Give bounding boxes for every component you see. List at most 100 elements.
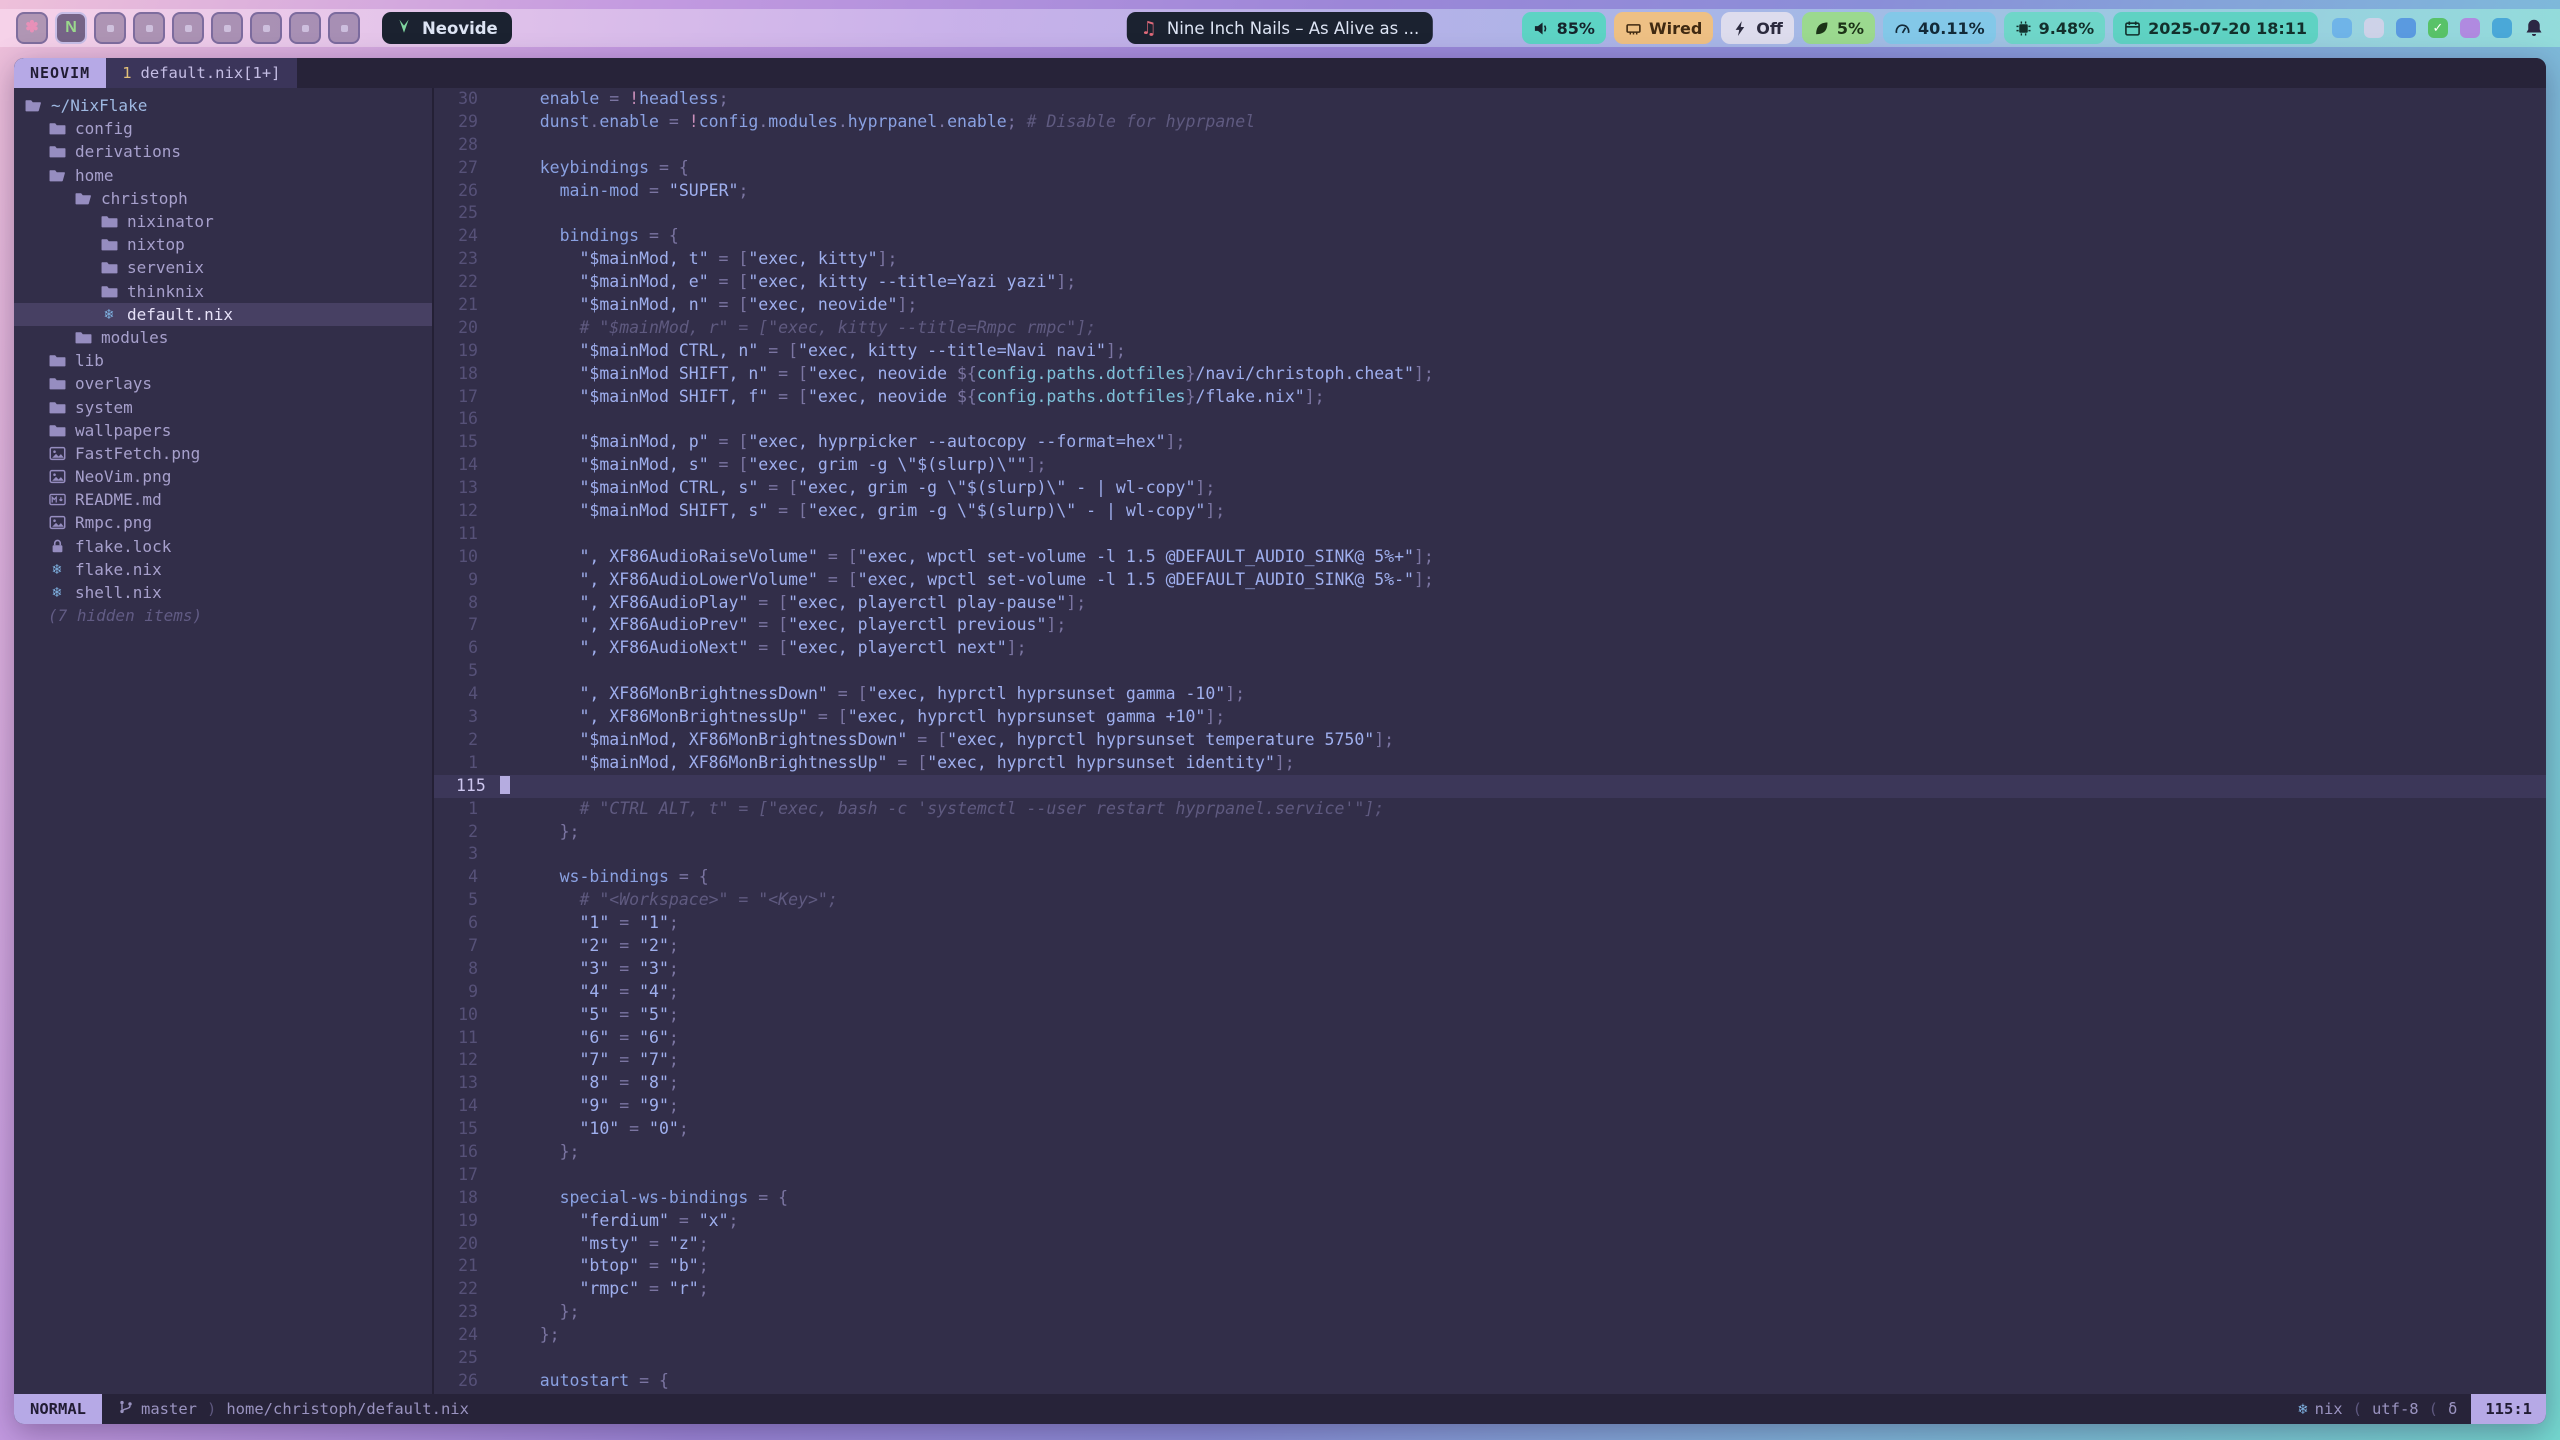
code-line[interactable]: 3 ", XF86MonBrightnessUp" = ["exec, hypr… xyxy=(434,706,2546,729)
module-volume[interactable]: 85% xyxy=(1522,12,1606,44)
code-line[interactable]: 10 ", XF86AudioRaiseVolume" = ["exec, wp… xyxy=(434,546,2546,569)
code-line[interactable]: 21 "btop" = "b"; xyxy=(434,1255,2546,1278)
code-line[interactable]: 23 }; xyxy=(434,1301,2546,1324)
module-cpu[interactable]: 40.11% xyxy=(1883,12,1996,44)
workspace-3[interactable] xyxy=(94,12,126,44)
tab-default-nix[interactable]: 1 default.nix[1+] xyxy=(106,58,296,88)
tree-item-config[interactable]: config xyxy=(14,117,432,140)
tree-item-wallpapers[interactable]: wallpapers xyxy=(14,419,432,442)
tree-item-derivations[interactable]: derivations xyxy=(14,140,432,163)
code-line[interactable]: 13 "$mainMod CTRL, s" = ["exec, grim -g … xyxy=(434,477,2546,500)
tree-item-shell.nix[interactable]: ❄shell.nix xyxy=(14,581,432,604)
code-line[interactable]: 12 "$mainMod SHIFT, s" = ["exec, grim -g… xyxy=(434,500,2546,523)
tray-app-3-icon[interactable] xyxy=(2396,18,2416,38)
code-line[interactable]: 18 "$mainMod SHIFT, n" = ["exec, neovide… xyxy=(434,363,2546,386)
code-line[interactable]: 115 xyxy=(434,775,2546,798)
tree-item-modules[interactable]: modules xyxy=(14,326,432,349)
tray-app-6-icon[interactable] xyxy=(2492,18,2512,38)
tree-item-README.md[interactable]: README.md xyxy=(14,488,432,511)
code-line[interactable]: 6 "1" = "1"; xyxy=(434,912,2546,935)
tray-app-2-icon[interactable] xyxy=(2364,18,2384,38)
code-line[interactable]: 1 # "CTRL ALT, t" = ["exec, bash -c 'sys… xyxy=(434,798,2546,821)
tray-app-5-icon[interactable] xyxy=(2460,18,2480,38)
tree-item-nixtop[interactable]: nixtop xyxy=(14,233,432,256)
code-line[interactable]: 28 xyxy=(434,134,2546,157)
tree-item-default.nix[interactable]: ❄default.nix xyxy=(14,303,432,326)
code-line[interactable]: 30 enable = !headless; xyxy=(434,88,2546,111)
code-line[interactable]: 27 keybindings = { xyxy=(434,157,2546,180)
code-line[interactable]: 1 "$mainMod, XF86MonBrightnessUp" = ["ex… xyxy=(434,752,2546,775)
git-branch[interactable]: master xyxy=(118,1399,197,1419)
tray-app-1-icon[interactable] xyxy=(2332,18,2352,38)
workspace-5[interactable] xyxy=(172,12,204,44)
module-clock[interactable]: 2025-07-20 18:11 xyxy=(2113,12,2318,44)
code-line[interactable]: 15 "$mainMod, p" = ["exec, hyprpicker --… xyxy=(434,431,2546,454)
code-editor[interactable]: 30 enable = !headless;29 dunst.enable = … xyxy=(434,88,2546,1394)
module-power-profile[interactable]: Off xyxy=(1721,12,1794,44)
code-line[interactable]: 8 ", XF86AudioPlay" = ["exec, playerctl … xyxy=(434,592,2546,615)
tree-root[interactable]: ~/NixFlake xyxy=(14,94,432,117)
code-line[interactable]: 23 "$mainMod, t" = ["exec, kitty"]; xyxy=(434,248,2546,271)
code-line[interactable]: 17 "$mainMod SHIFT, f" = ["exec, neovide… xyxy=(434,386,2546,409)
code-line[interactable]: 20 # "$mainMod, r" = ["exec, kitty --tit… xyxy=(434,317,2546,340)
tree-item-FastFetch.png[interactable]: FastFetch.png xyxy=(14,442,432,465)
neovide-launcher[interactable]: Neovide xyxy=(382,12,512,44)
workspace-9[interactable] xyxy=(328,12,360,44)
code-line[interactable]: 7 ", XF86AudioPrev" = ["exec, playerctl … xyxy=(434,614,2546,637)
code-line[interactable]: 11 "6" = "6"; xyxy=(434,1027,2546,1050)
tree-item-NeoVim.png[interactable]: NeoVim.png xyxy=(14,465,432,488)
workspace-4[interactable] xyxy=(133,12,165,44)
code-line[interactable]: 20 "msty" = "z"; xyxy=(434,1233,2546,1256)
module-eco[interactable]: 5% xyxy=(1802,12,1875,44)
code-line[interactable]: 11 xyxy=(434,523,2546,546)
code-line[interactable]: 4 ws-bindings = { xyxy=(434,866,2546,889)
tree-item-christoph[interactable]: christoph xyxy=(14,187,432,210)
code-line[interactable]: 4 ", XF86MonBrightnessDown" = ["exec, hy… xyxy=(434,683,2546,706)
code-line[interactable]: 6 ", XF86AudioNext" = ["exec, playerctl … xyxy=(434,637,2546,660)
workspace-7[interactable] xyxy=(250,12,282,44)
workspace-8[interactable] xyxy=(289,12,321,44)
code-line[interactable]: 19 "$mainMod CTRL, n" = ["exec, kitty --… xyxy=(434,340,2546,363)
media-widget[interactable]: ♫ Nine Inch Nails – As Alive as ... xyxy=(1127,12,1433,44)
workspace-1[interactable]: ✽ xyxy=(16,12,48,44)
code-line[interactable]: 2 }; xyxy=(434,821,2546,844)
code-line[interactable]: 12 "7" = "7"; xyxy=(434,1049,2546,1072)
workspace-6[interactable] xyxy=(211,12,243,44)
bell-icon[interactable] xyxy=(2524,18,2544,38)
tree-item-servenix[interactable]: servenix xyxy=(14,256,432,279)
tree-item-system[interactable]: system xyxy=(14,395,432,418)
module-network[interactable]: Wired xyxy=(1614,12,1713,44)
code-line[interactable]: 9 ", XF86AudioLowerVolume" = ["exec, wpc… xyxy=(434,569,2546,592)
tree-item-lib[interactable]: lib xyxy=(14,349,432,372)
tree-item-home[interactable]: home xyxy=(14,164,432,187)
code-line[interactable]: 3 xyxy=(434,843,2546,866)
code-line[interactable]: 17 xyxy=(434,1164,2546,1187)
code-line[interactable]: 14 "$mainMod, s" = ["exec, grim -g \"$(s… xyxy=(434,454,2546,477)
code-line[interactable]: 22 "rmpc" = "r"; xyxy=(434,1278,2546,1301)
tree-item-Rmpc.png[interactable]: Rmpc.png xyxy=(14,511,432,534)
code-line[interactable]: 14 "9" = "9"; xyxy=(434,1095,2546,1118)
code-line[interactable]: 25 xyxy=(434,1347,2546,1370)
code-line[interactable]: 25 xyxy=(434,202,2546,225)
code-line[interactable]: 15 "10" = "0"; xyxy=(434,1118,2546,1141)
tree-item-nixinator[interactable]: nixinator xyxy=(14,210,432,233)
tree-item-thinknix[interactable]: thinknix xyxy=(14,280,432,303)
code-line[interactable]: 16 }; xyxy=(434,1141,2546,1164)
tree-item-flake.lock[interactable]: flake.lock xyxy=(14,535,432,558)
code-line[interactable]: 13 "8" = "8"; xyxy=(434,1072,2546,1095)
code-line[interactable]: 9 "4" = "4"; xyxy=(434,981,2546,1004)
code-line[interactable]: 18 special-ws-bindings = { xyxy=(434,1187,2546,1210)
workspace-2[interactable]: N xyxy=(55,12,87,44)
module-memory[interactable]: 9.48% xyxy=(2004,12,2106,44)
tray-app-4-icon[interactable]: ✓ xyxy=(2428,18,2448,38)
code-line[interactable]: 29 dunst.enable = !config.modules.hyprpa… xyxy=(434,111,2546,134)
code-line[interactable]: 5 xyxy=(434,660,2546,683)
code-line[interactable]: 26 autostart = { xyxy=(434,1370,2546,1393)
tree-item-flake.nix[interactable]: ❄flake.nix xyxy=(14,558,432,581)
code-line[interactable]: 21 "$mainMod, n" = ["exec, neovide"]; xyxy=(434,294,2546,317)
code-line[interactable]: 22 "$mainMod, e" = ["exec, kitty --title… xyxy=(434,271,2546,294)
code-line[interactable]: 26 main-mod = "SUPER"; xyxy=(434,180,2546,203)
code-line[interactable]: 16 xyxy=(434,408,2546,431)
tree-item--7-hidden-items-[interactable]: (7 hidden items) xyxy=(14,604,432,627)
code-line[interactable]: 10 "5" = "5"; xyxy=(434,1004,2546,1027)
